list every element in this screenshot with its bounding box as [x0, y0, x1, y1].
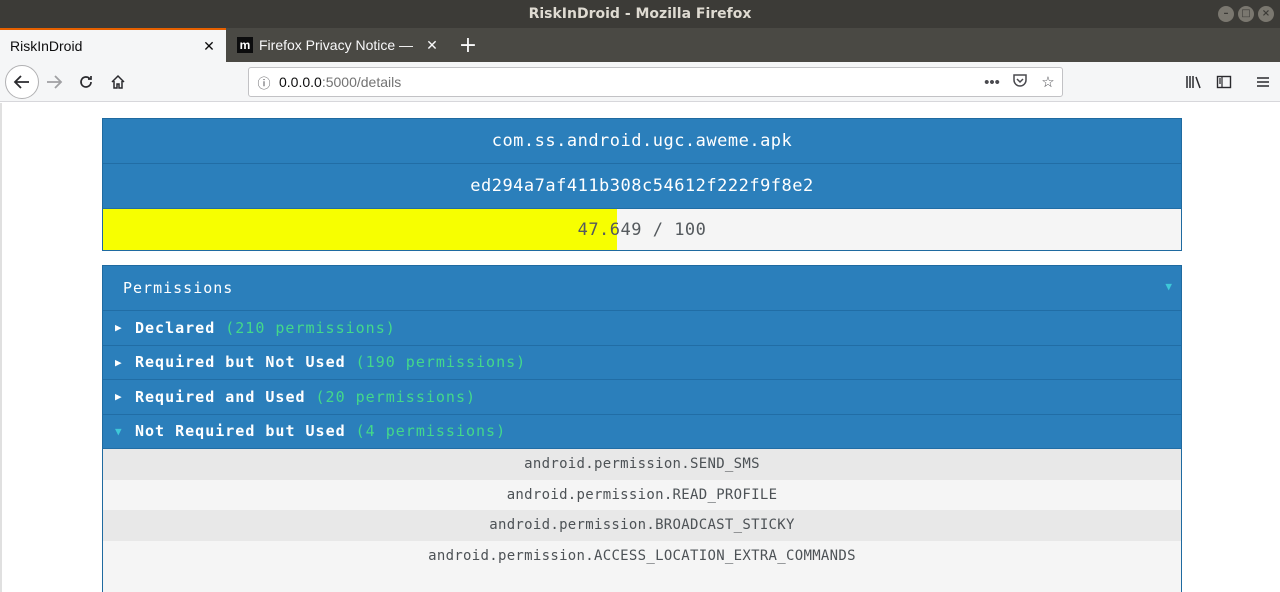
caret-right-icon: ▶ [115, 355, 123, 369]
risk-score-bar: 47.649 / 100 [103, 209, 1181, 250]
apk-name: com.ss.android.ugc.aweme.apk [103, 119, 1181, 164]
app-summary-panel: com.ss.android.ugc.aweme.apk ed294a7af41… [102, 118, 1182, 251]
permission-item: android.permission.BROADCAST_STICKY [103, 510, 1181, 541]
maximize-icon[interactable]: □ [1238, 6, 1254, 22]
group-count: (4 permissions) [355, 422, 507, 441]
window-title: RiskInDroid - Mozilla Firefox [528, 6, 752, 22]
tab-label: RiskInDroid [10, 38, 83, 54]
mozilla-favicon-icon: m [237, 37, 253, 53]
page-content: com.ss.android.ugc.aweme.apk ed294a7af41… [0, 103, 1280, 592]
info-icon[interactable]: ⓘ [249, 73, 279, 92]
group-label: Required but Not Used [135, 353, 346, 372]
permission-item: android.permission.ACCESS_LOCATION_EXTRA… [103, 540, 1181, 571]
tab-riskindroid[interactable]: RiskInDroid ✕ [0, 28, 226, 62]
pocket-icon[interactable] [1006, 72, 1034, 92]
window-controls: – □ × [1218, 6, 1274, 22]
new-tab-icon[interactable]: + [456, 28, 480, 62]
caret-down-icon: ▼ [115, 424, 123, 438]
group-label: Not Required but Used [135, 422, 346, 441]
caret-right-icon: ▶ [115, 390, 123, 404]
tab-label: Firefox Privacy Notice — [259, 37, 414, 53]
group-count: (20 permissions) [315, 387, 477, 406]
scroll-edge [0, 103, 2, 592]
window-titlebar: RiskInDroid - Mozilla Firefox – □ × [0, 0, 1280, 28]
close-window-icon[interactable]: × [1258, 6, 1274, 22]
minimize-icon[interactable]: – [1218, 6, 1234, 22]
hamburger-menu-icon[interactable] [1249, 68, 1277, 96]
tab-firefox-privacy[interactable]: m Firefox Privacy Notice — ✕ [227, 28, 449, 62]
caret-right-icon: ▶ [115, 321, 123, 335]
permission-item: android.permission.READ_PROFILE [103, 479, 1181, 510]
forward-arrow-icon[interactable] [40, 68, 68, 96]
reload-icon[interactable] [72, 68, 100, 96]
group-count: (210 permissions) [225, 318, 396, 337]
permission-group-required-not-used[interactable]: ▶ Required but Not Used (190 permissions… [103, 345, 1181, 380]
permission-group-declared[interactable]: ▶ Declared (210 permissions) [103, 311, 1181, 346]
permission-group-not-required-used[interactable]: ▼ Not Required but Used (4 permissions) [103, 414, 1181, 449]
back-arrow-icon[interactable] [5, 65, 39, 99]
url-bar[interactable]: ⓘ 0.0.0.0:5000/details ••• ☆ [248, 67, 1063, 97]
permission-item: android.permission.SEND_SMS [103, 449, 1181, 480]
permissions-title: Permissions [123, 279, 234, 297]
permissions-header[interactable]: Permissions ▼ [103, 266, 1181, 311]
tab-bar: RiskInDroid ✕ m Firefox Privacy Notice —… [0, 28, 1280, 62]
close-tab-icon[interactable]: ✕ [202, 38, 216, 55]
caret-down-icon[interactable]: ▼ [1165, 280, 1173, 293]
bookmark-star-icon[interactable]: ☆ [1034, 73, 1062, 91]
apk-hash: ed294a7af411b308c54612f222f9f8e2 [103, 164, 1181, 209]
url-host: 0.0.0.0 [279, 74, 322, 90]
group-label: Required and Used [135, 387, 306, 406]
navigation-toolbar: ⓘ 0.0.0.0:5000/details ••• ☆ [0, 62, 1280, 102]
risk-score-text: 47.649 / 100 [577, 219, 707, 240]
permissions-panel: Permissions ▼ ▶ Declared (210 permission… [102, 265, 1182, 592]
group-count: (190 permissions) [355, 353, 527, 372]
sidebar-icon[interactable] [1210, 68, 1238, 96]
url-path: :5000/details [321, 74, 402, 90]
close-tab-icon[interactable]: ✕ [425, 37, 439, 54]
group-label: Declared [135, 318, 216, 337]
more-icon[interactable]: ••• [978, 74, 1006, 91]
permission-group-required-used[interactable]: ▶ Required and Used (20 permissions) [103, 380, 1181, 415]
library-icon[interactable] [1180, 68, 1208, 96]
home-icon[interactable] [104, 68, 132, 96]
url-text[interactable]: 0.0.0.0:5000/details [279, 74, 978, 90]
